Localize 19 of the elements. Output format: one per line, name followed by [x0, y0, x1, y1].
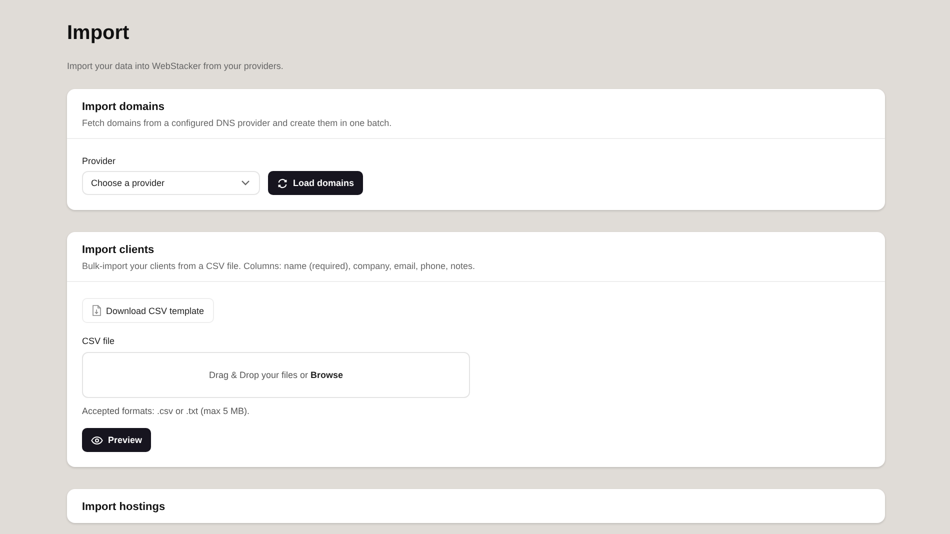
file-download-icon	[92, 305, 101, 316]
field-label: CSV file	[82, 335, 115, 347]
provider-select[interactable]: Choose a provider	[82, 171, 260, 195]
file-dropzone[interactable]: Drag & Drop your files or Browse	[82, 352, 470, 398]
field-label: Provider	[82, 155, 116, 167]
chevron-icon	[241, 180, 250, 186]
load-domains-button[interactable]: Load domains	[268, 171, 364, 195]
download-template-button[interactable]: Download CSV template	[82, 298, 214, 323]
page-subtitle: Import your data into WebStacker from your providers.	[67, 60, 284, 72]
card-title: Import clients	[82, 243, 156, 257]
page-title: Import	[67, 21, 130, 45]
refresh-icon	[277, 178, 288, 188]
eye-icon	[91, 436, 103, 444]
card-title: Import hostings	[82, 500, 166, 514]
field-hint: Accepted formats: .csv or .txt (max 5 MB).	[82, 405, 250, 417]
card-description: Bulk-import your clients from a CSV file. Columns: name (required), company, email, phone, notes.	[82, 260, 476, 272]
preview-button[interactable]: Preview	[82, 428, 152, 452]
card-title: Import domains	[82, 100, 166, 114]
card-description: Fetch domains from a configured DNS provider and create them in one batch.	[82, 117, 393, 129]
